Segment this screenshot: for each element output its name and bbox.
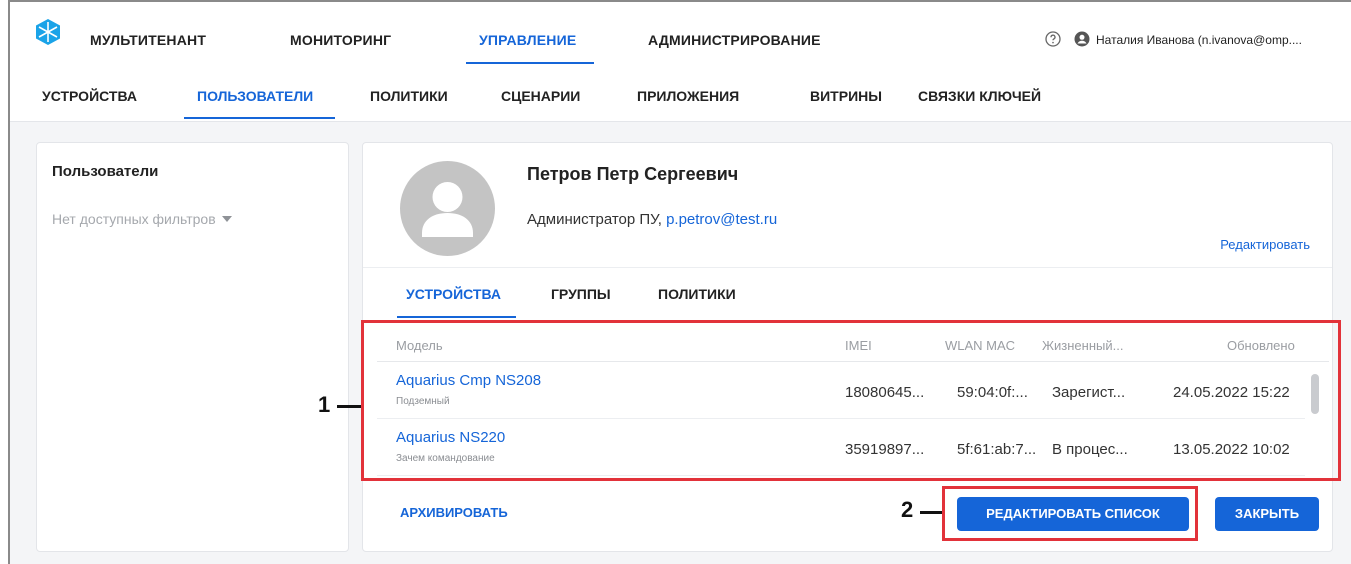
user-full-name: Петров Петр Сергеевич [527, 164, 739, 184]
subnav-scenarios[interactable]: СЦЕНАРИИ [501, 88, 580, 104]
user-role: Администратор ПУ, [527, 211, 662, 228]
top-bar: МУЛЬТИТЕНАНТ МОНИТОРИНГ УПРАВЛЕНИЕ АДМИН… [10, 2, 1351, 64]
annotation-number: 2 [901, 497, 914, 522]
details-tabs: УСТРОЙСТВА ГРУППЫ ПОЛИТИКИ [363, 267, 1332, 318]
subnav-users[interactable]: ПОЛЬЗОВАТЕЛИ [197, 88, 313, 104]
subnav-applications[interactable]: ПРИЛОЖЕНИЯ [637, 88, 739, 104]
annotation-box-table [361, 320, 1341, 481]
help-icon[interactable] [1045, 31, 1061, 47]
app-logo-icon[interactable] [34, 18, 62, 46]
tab-policies[interactable]: ПОЛИТИКИ [658, 286, 736, 302]
topnav-multitenant[interactable]: МУЛЬТИТЕНАНТ [90, 32, 206, 48]
account-icon[interactable] [1074, 31, 1090, 47]
user-email-link[interactable]: p.petrov@test.ru [666, 211, 777, 228]
users-filter-panel: Пользователи Нет доступных фильтров [36, 142, 349, 552]
panel-title: Пользователи [52, 163, 159, 180]
subnav-keychains[interactable]: СВЯЗКИ КЛЮЧЕЙ [918, 88, 1041, 104]
avatar [400, 161, 495, 256]
annotation-number: 1 [318, 392, 331, 417]
close-button[interactable]: ЗАКРЫТЬ [1215, 497, 1319, 531]
filter-label: Нет доступных фильтров [52, 211, 216, 227]
section-nav: УСТРОЙСТВА ПОЛЬЗОВАТЕЛИ ПОЛИТИКИ СЦЕНАРИ… [10, 64, 1351, 122]
subnav-showcases[interactable]: ВИТРИНЫ [810, 88, 882, 104]
topnav-monitoring[interactable]: МОНИТОРИНГ [290, 32, 391, 48]
annotation-leader-line [337, 405, 361, 408]
tab-devices[interactable]: УСТРОЙСТВА [406, 286, 501, 302]
caret-down-icon [221, 216, 232, 222]
user-role-line: Администратор ПУ, p.petrov@test.ru [527, 211, 777, 228]
user-silhouette-icon [422, 182, 473, 237]
subnav-active-indicator [184, 117, 335, 119]
tab-groups[interactable]: ГРУППЫ [551, 286, 611, 302]
annotation-box-edit-list [942, 486, 1198, 541]
topnav-management[interactable]: УПРАВЛЕНИЕ [479, 32, 576, 48]
subnav-policies[interactable]: ПОЛИТИКИ [370, 88, 448, 104]
annotation-leader-line [920, 511, 942, 514]
topnav-administration[interactable]: АДМИНИСТРИРОВАНИЕ [648, 32, 821, 48]
edit-profile-link[interactable]: Редактировать [1220, 237, 1310, 252]
archive-button[interactable]: АРХИВИРОВАТЬ [400, 505, 508, 520]
filter-dropdown[interactable]: Нет доступных фильтров [52, 211, 232, 227]
tab-active-indicator [397, 316, 516, 318]
current-user-name[interactable]: Наталия Иванова (n.ivanova@omp.... [1096, 33, 1351, 47]
subnav-devices[interactable]: УСТРОЙСТВА [42, 88, 137, 104]
